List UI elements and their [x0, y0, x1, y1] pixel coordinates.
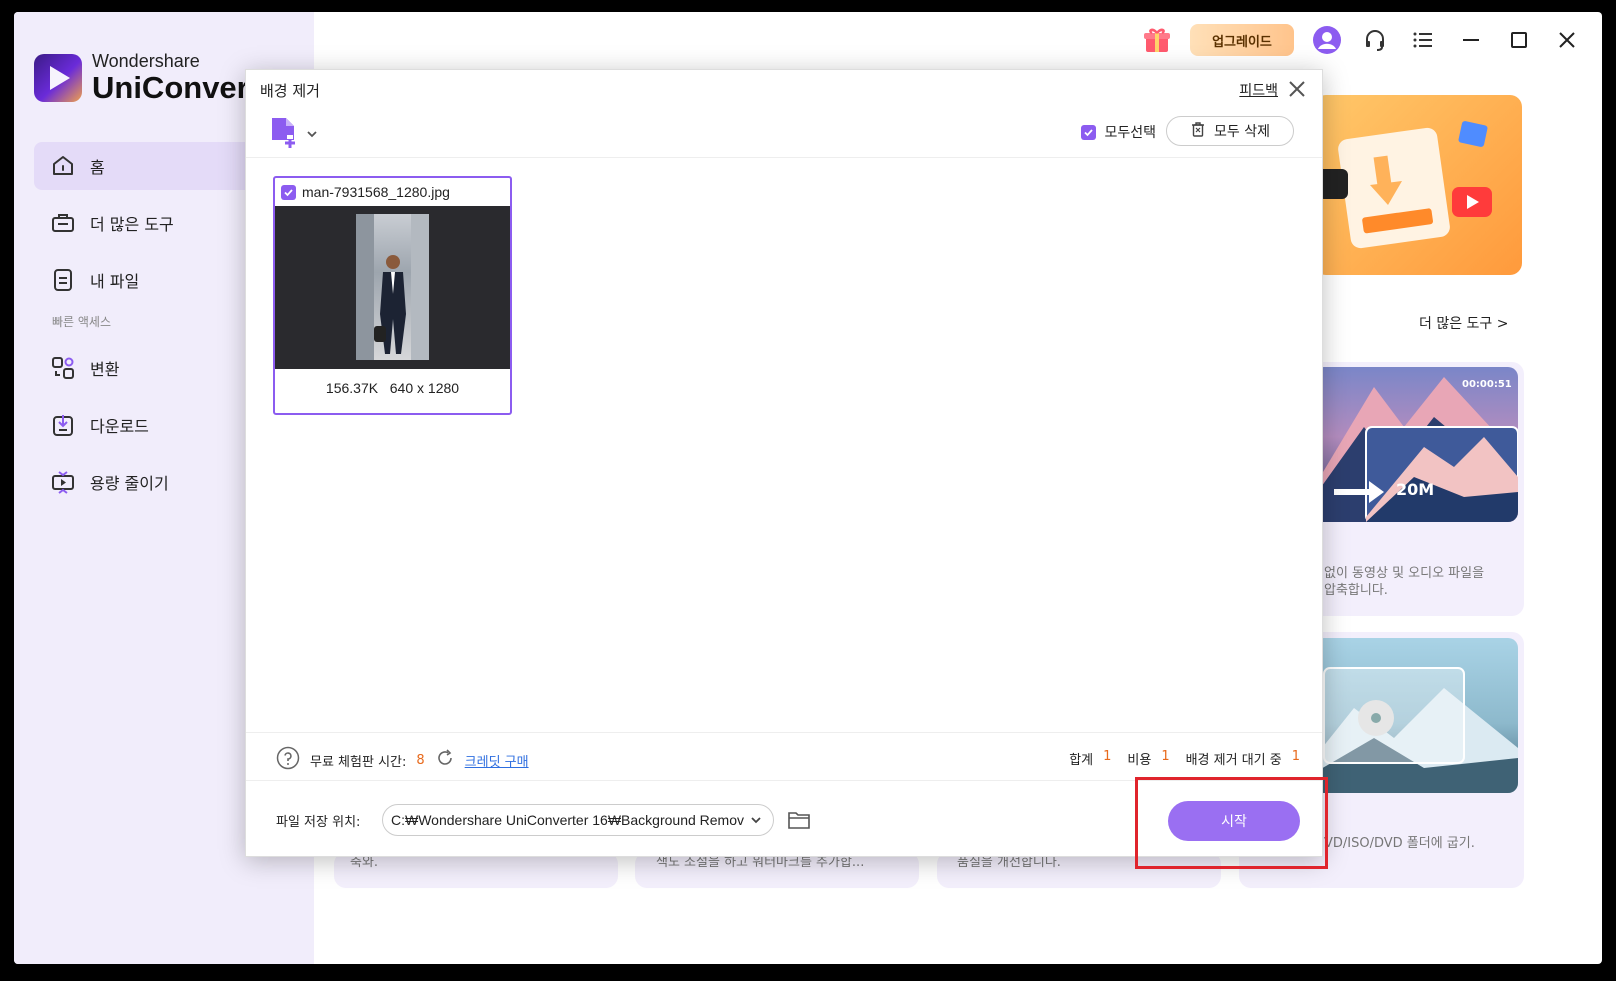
dialog-toolbar: 모두선택 모두 삭제	[246, 108, 1322, 158]
file-size: 156.37K	[325, 380, 379, 396]
download-promo-card[interactable]	[1314, 95, 1522, 275]
queue-value: 1	[1291, 749, 1300, 764]
video-duration: 00:00:51	[1462, 379, 1512, 390]
download-icon	[50, 412, 76, 438]
add-file-icon	[270, 116, 300, 152]
save-path-select[interactable]: C:₩Wondershare UniConverter 16₩Backgroun…	[382, 804, 774, 836]
title-bar: 업그레이드	[1142, 24, 1582, 56]
total-value: 1	[1103, 749, 1112, 764]
home-icon	[50, 153, 76, 179]
maximize-icon[interactable]	[1504, 25, 1534, 55]
convert-icon	[50, 355, 76, 381]
buy-credits-link[interactable]: 크레딧 구매	[465, 751, 529, 770]
dvd-card-desc: VD/ISO/DVD 폴더에 굽기.	[1324, 836, 1475, 851]
gift-icon[interactable]	[1142, 25, 1172, 55]
sidebar-item-label: 다운로드	[90, 417, 149, 436]
save-path-value: C:₩Wondershare UniConverter 16₩Backgroun…	[391, 812, 744, 828]
sidebar-item-label: 변환	[90, 360, 120, 379]
check-icon	[1081, 124, 1097, 140]
sidebar-item-label: 더 많은 도구	[90, 215, 174, 234]
file-icon	[50, 267, 76, 293]
headset-icon[interactable]	[1360, 25, 1390, 55]
select-all-checkbox[interactable]: 모두선택	[1081, 122, 1156, 142]
dialog-title: 배경 제거	[260, 82, 320, 100]
file-checkbox[interactable]	[281, 184, 296, 200]
upgrade-button[interactable]: 업그레이드	[1190, 24, 1294, 56]
file-info: 156.37K 640 x 1280	[275, 380, 510, 396]
start-button-highlight	[1135, 777, 1328, 869]
delete-all-label: 모두 삭제	[1214, 124, 1270, 140]
file-name: man-7931568_1280.jpg	[302, 184, 450, 200]
chevron-down-icon	[749, 813, 763, 830]
compress-icon	[50, 469, 76, 495]
file-card[interactable]: man-7931568_1280.jpg 156.37K 640 x 1280	[273, 176, 512, 415]
compress-preview-image: 00:00:51 20M	[1314, 367, 1518, 522]
dvd-preview-image	[1314, 638, 1518, 793]
compress-card-desc-1: 없이 동영상 및 오디오 파일을	[1324, 566, 1485, 581]
queue-counts: 합계 1 비용 1 배경 제거 대기 중 1	[1069, 749, 1300, 768]
logo-brand: Wondershare	[92, 51, 200, 71]
menu-icon[interactable]	[1408, 25, 1438, 55]
refresh-icon[interactable]	[435, 748, 455, 772]
help-icon[interactable]	[276, 746, 300, 774]
cost-value: 1	[1161, 749, 1170, 764]
video-size-label: 20M	[1396, 480, 1434, 499]
stats-bar: 무료 체험판 시간: 8 크레딧 구매 합계 1 비용 1 배경 제거 대기 중…	[246, 732, 1322, 780]
close-window-icon[interactable]	[1552, 25, 1582, 55]
sidebar-item-label: 내 파일	[90, 272, 140, 291]
trash-icon	[1190, 121, 1206, 141]
total-label: 합계	[1069, 753, 1094, 768]
trial-label: 무료 체험판 시간:	[310, 754, 407, 770]
logo-icon	[34, 53, 82, 102]
sidebar-item-label: 용량 줄이기	[90, 474, 169, 493]
app-window: Wondershare UniConverter 홈 더 많은 도구 내 파일 …	[14, 12, 1602, 964]
file-thumbnail	[275, 206, 510, 369]
cost-label: 비용	[1127, 753, 1152, 768]
avatar-icon[interactable]	[1312, 25, 1342, 55]
file-dimensions: 640 x 1280	[389, 380, 460, 396]
save-location-label: 파일 저장 위치:	[276, 815, 361, 830]
more-tools-link[interactable]: 더 많은 도구 >	[1419, 313, 1508, 333]
add-file-button[interactable]	[270, 116, 318, 152]
select-all-label: 모두선택	[1104, 125, 1156, 141]
photo-preview	[356, 214, 429, 360]
toolbox-icon	[50, 210, 76, 236]
trial-count: 8	[416, 752, 425, 768]
background-removal-dialog: 배경 제거 피드백 모두선택 모두 삭제 man-7931568_1280.jp…	[245, 69, 1323, 857]
chevron-down-icon[interactable]	[306, 125, 318, 144]
folder-icon[interactable]	[787, 809, 811, 835]
close-icon[interactable]	[1286, 78, 1308, 100]
delete-all-button[interactable]: 모두 삭제	[1166, 116, 1294, 146]
sidebar-item-label: 홈	[90, 158, 105, 177]
feedback-link[interactable]: 피드백	[1239, 80, 1278, 100]
minimize-icon[interactable]	[1456, 25, 1486, 55]
queue-label: 배경 제거 대기 중	[1185, 753, 1282, 768]
compress-card-desc-2: 압축합니다.	[1324, 583, 1388, 598]
